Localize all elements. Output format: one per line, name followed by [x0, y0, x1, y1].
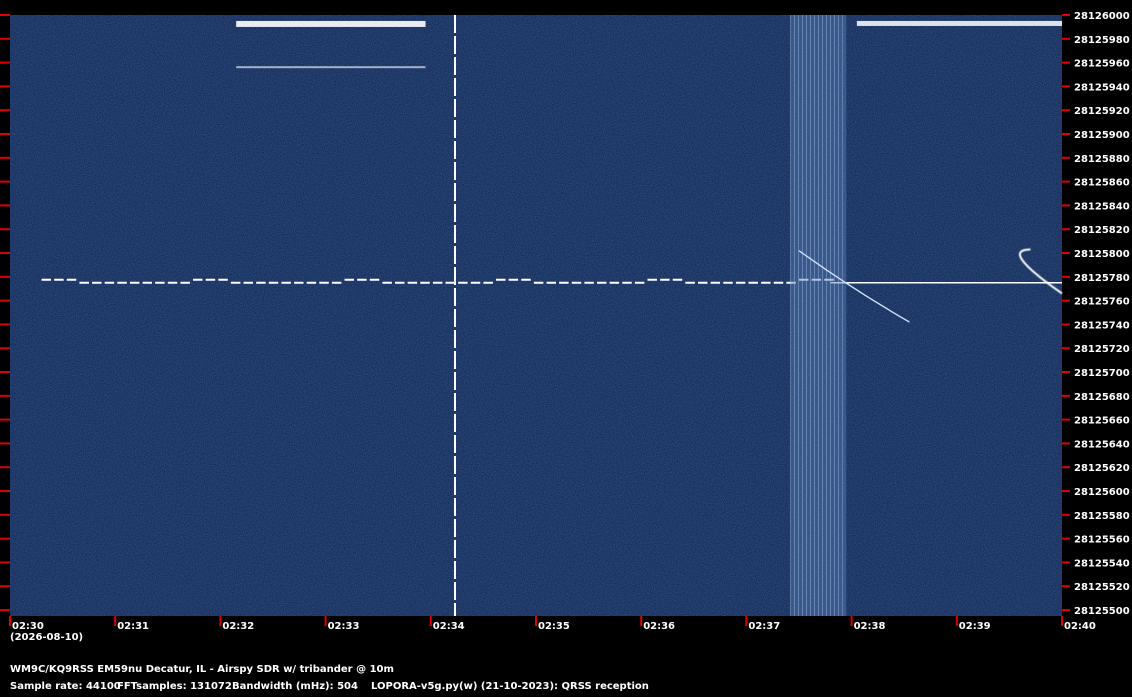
y-tick-label: 28125920 [1074, 106, 1130, 117]
x-tick-label: 02:39 [959, 621, 991, 632]
y-tick-label: 28125620 [1074, 463, 1130, 474]
y-tick-label: 28125880 [1074, 154, 1130, 165]
y-tick-label: 28125800 [1074, 249, 1130, 260]
bandwidth: Bandwidth (mHz): 504 [232, 681, 358, 692]
waterfall-chart: 28126000 28125980 28125960 28125940 28125920… [0, 11, 1130, 643]
y-tick-label: 28125520 [1074, 582, 1130, 593]
y-tick-label: 28125940 [1074, 82, 1130, 93]
y-tick-label: 28125640 [1074, 439, 1130, 450]
x-tick-label: 02:40 [1064, 621, 1096, 632]
y-tick-label: 28125960 [1074, 59, 1130, 70]
y-tick-label: 28125500 [1074, 606, 1130, 617]
top-signal-echo [236, 66, 426, 69]
y-tick-label: 28125980 [1074, 35, 1130, 46]
y-tick-label: 28125740 [1074, 320, 1130, 331]
y-tick-label: 28125660 [1074, 416, 1130, 427]
y-tick-label: 28125580 [1074, 511, 1130, 522]
x-tick-label: 02:38 [854, 621, 886, 632]
x-tick-label: 02:33 [328, 621, 360, 632]
y-tick-label: 28125560 [1074, 535, 1130, 546]
top-signal-block [236, 20, 426, 27]
y-tick-label: 28125600 [1074, 487, 1130, 498]
plot-noise [10, 15, 1062, 616]
y-tick-label: 28125680 [1074, 392, 1130, 403]
x-tick-label: 02:32 [222, 621, 254, 632]
y-tick-label: 28125820 [1074, 225, 1130, 236]
x-tick-label: 02:30 [12, 621, 44, 632]
y-tick-label: 28125780 [1074, 273, 1130, 284]
x-tick-label: 02:37 [748, 621, 780, 632]
y-tick-label: 28125720 [1074, 344, 1130, 355]
y-tick-label: 28125760 [1074, 297, 1130, 308]
y-tick-label: 28125540 [1074, 558, 1130, 569]
y-tick-label: 28125860 [1074, 178, 1130, 189]
fft-samples: FFTsamples: 131072 [117, 681, 232, 692]
sample-rate: Sample rate: 44100 [10, 681, 121, 692]
x-tick-label: 02:31 [117, 621, 149, 632]
y-tick-label: 28125840 [1074, 201, 1130, 212]
y-tick-label: 28125700 [1074, 368, 1130, 379]
y-tick-label: 28125900 [1074, 130, 1130, 141]
top-signal-right [856, 20, 1062, 26]
x-tick-label: 02:36 [643, 621, 675, 632]
x-axis: 02:30 02:31 02:32 02:33 02:34 02:35 02:36 02:37… [9, 616, 1096, 632]
x-date-label: (2026-08-10) [10, 632, 83, 643]
x-tick-label: 02:34 [433, 621, 465, 632]
y-tick-label: 28126000 [1074, 11, 1130, 22]
software-info: LOPORA-v5g.py(w) (21-10-2023): QRSS rece… [371, 681, 649, 692]
station-info: WM9C/KQ9RSS EM59nu Decatur, IL - Airspy … [10, 664, 394, 675]
x-tick-label: 02:35 [538, 621, 570, 632]
